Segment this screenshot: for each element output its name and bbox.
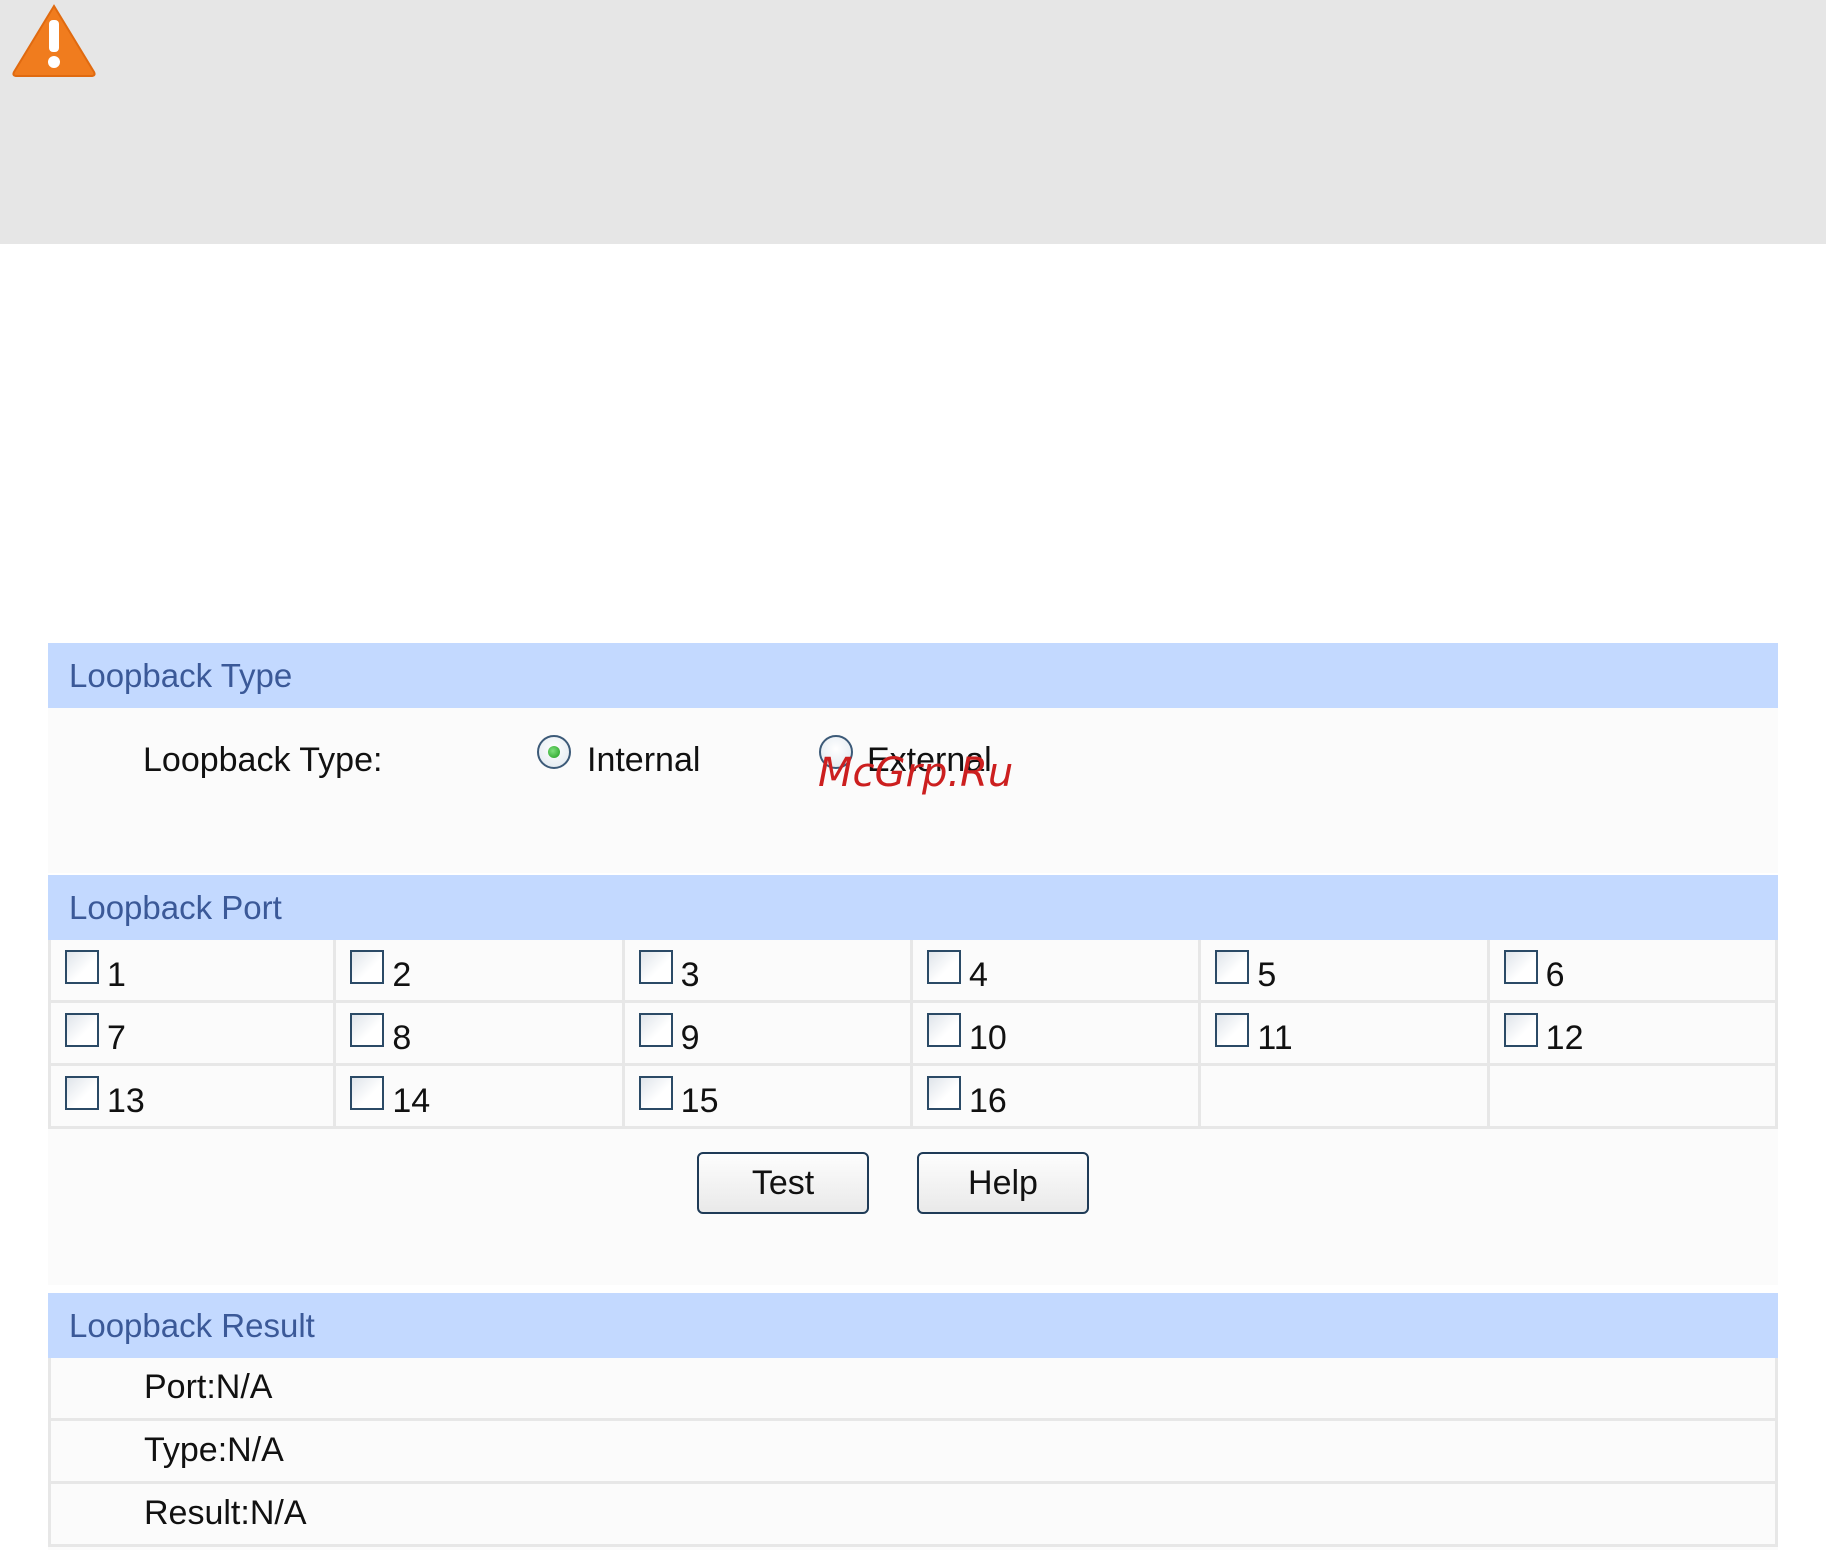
help-button[interactable]: Help: [917, 1152, 1089, 1214]
internal-radio[interactable]: [537, 735, 571, 769]
port-cell-8[interactable]: 8: [336, 1003, 625, 1066]
port-checkbox[interactable]: [927, 950, 961, 984]
port-label: 4: [969, 955, 988, 994]
result-row-type: Type:N/A: [48, 1421, 1778, 1484]
port-label: 2: [392, 955, 412, 994]
loopback-type-header: Loopback Type: [48, 643, 1778, 708]
port-label: 8: [392, 1018, 412, 1057]
port-label: 11: [1257, 1018, 1293, 1057]
warning-band: [0, 0, 1826, 244]
port-label: 15: [680, 1081, 719, 1120]
port-label: 10: [969, 1018, 1007, 1057]
port-checkbox[interactable]: [1503, 1013, 1538, 1047]
result-row-port: Port:N/A: [48, 1358, 1778, 1421]
radio-selected-dot: [548, 746, 560, 758]
port-cell-11[interactable]: 11: [1201, 1003, 1490, 1066]
loopback-port-panel: Loopback Port 1 2 3 4 5 6 7 8 9 10 11 12…: [48, 875, 1778, 1285]
watermark-text: McGrp.Ru: [818, 750, 1014, 796]
loopback-type-label: Loopback Type:: [143, 741, 383, 779]
result-port-text: Port:N/A: [144, 1368, 273, 1406]
port-checkbox[interactable]: [927, 1076, 961, 1110]
loopback-result-panel: Loopback Result Port:N/A Type:N/A Result…: [48, 1293, 1778, 1550]
result-type-text: Type:N/A: [144, 1431, 284, 1469]
port-cell-1[interactable]: 1: [48, 940, 337, 1003]
port-checkbox[interactable]: [1215, 950, 1250, 984]
port-checkbox[interactable]: [638, 1076, 673, 1110]
port-cell-6[interactable]: 6: [1489, 940, 1778, 1003]
warning-triangle-icon: [12, 4, 96, 77]
loopback-port-header: Loopback Port: [48, 875, 1778, 940]
port-cell-9[interactable]: 9: [624, 1003, 913, 1066]
port-checkbox[interactable]: [638, 950, 673, 984]
port-label: 12: [1545, 1018, 1584, 1057]
port-label: 6: [1545, 955, 1565, 994]
port-label: 1: [107, 955, 126, 994]
port-label: 9: [680, 1018, 700, 1057]
port-cell-16[interactable]: 16: [913, 1066, 1202, 1129]
port-cell-7[interactable]: 7: [48, 1003, 337, 1066]
port-checkbox[interactable]: [65, 950, 99, 984]
port-cell-14[interactable]: 14: [336, 1066, 625, 1129]
port-cell-4[interactable]: 4: [913, 940, 1202, 1003]
port-cell-5[interactable]: 5: [1201, 940, 1490, 1003]
port-checkbox[interactable]: [1215, 1013, 1250, 1047]
port-checkbox[interactable]: [927, 1013, 961, 1047]
port-checkbox[interactable]: [638, 1013, 673, 1047]
port-cell-empty: [1201, 1066, 1490, 1129]
test-button[interactable]: Test: [697, 1152, 869, 1214]
port-cell-3[interactable]: 3: [624, 940, 913, 1003]
port-cell-10[interactable]: 10: [913, 1003, 1202, 1066]
port-checkbox[interactable]: [65, 1076, 99, 1110]
port-label: 7: [107, 1018, 126, 1057]
port-cell-13[interactable]: 13: [48, 1066, 337, 1129]
port-grid: 1 2 3 4 5 6 7 8 9 10 11 12 13 14 15 16: [48, 940, 1778, 1129]
result-row-result: Result:N/A: [48, 1484, 1778, 1547]
port-cell-12[interactable]: 12: [1489, 1003, 1778, 1066]
loopback-result-header: Loopback Result: [48, 1293, 1778, 1358]
port-cell-empty: [1489, 1066, 1778, 1129]
port-label: 13: [107, 1081, 145, 1120]
port-label: 16: [969, 1081, 1007, 1120]
port-checkbox[interactable]: [350, 1076, 385, 1110]
port-cell-2[interactable]: 2: [336, 940, 625, 1003]
internal-radio-label[interactable]: Internal: [587, 741, 700, 780]
port-label: 5: [1257, 955, 1277, 994]
port-checkbox[interactable]: [65, 1013, 99, 1047]
result-result-text: Result:N/A: [144, 1494, 307, 1532]
port-cell-15[interactable]: 15: [624, 1066, 913, 1129]
port-label: 3: [680, 955, 700, 994]
port-checkbox[interactable]: [1503, 950, 1538, 984]
port-checkbox[interactable]: [350, 1013, 385, 1047]
port-label: 14: [392, 1081, 431, 1120]
port-checkbox[interactable]: [350, 950, 385, 984]
